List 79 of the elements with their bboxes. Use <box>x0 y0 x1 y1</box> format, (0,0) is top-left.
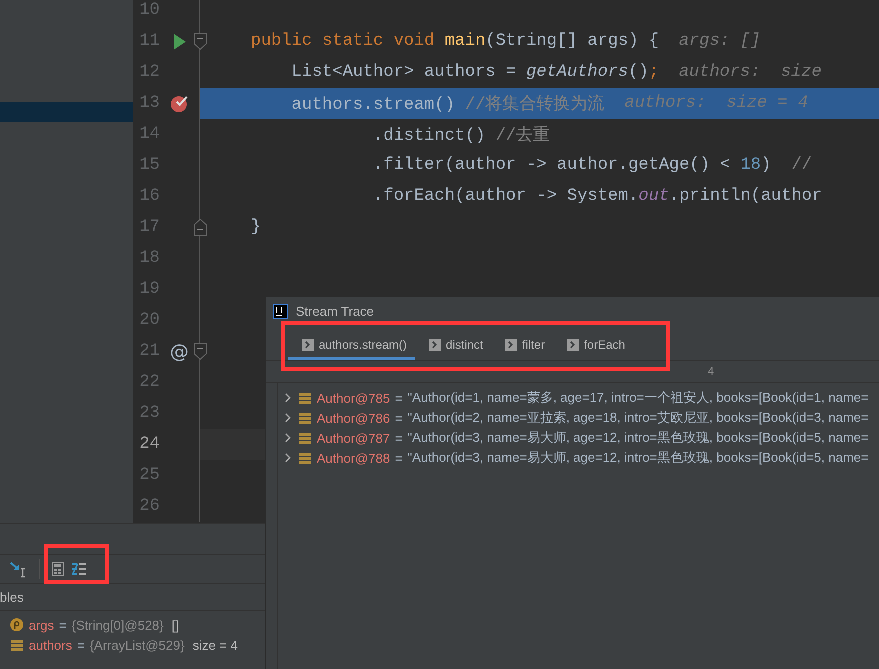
field-icon <box>298 452 312 464</box>
expand-chevron-icon[interactable] <box>283 452 293 464</box>
code-line: authors.stream() //将集合转换为流 <box>290 94 605 115</box>
fold-icon[interactable] <box>194 343 206 360</box>
line-number: 10 <box>138 1 160 20</box>
stream-step-tab[interactable]: authors.stream() <box>288 333 416 360</box>
equals-sign: = <box>395 410 403 426</box>
variable-value: {String[0]@528} <box>72 618 164 632</box>
stream-step-tab[interactable]: filter <box>491 333 554 360</box>
field-icon <box>10 638 24 652</box>
line-number: 24 <box>138 435 160 454</box>
run-icon[interactable] <box>174 34 186 50</box>
item-name: Author@787 <box>317 430 390 446</box>
line-number: 25 <box>138 466 160 485</box>
variable-name: args <box>29 618 54 632</box>
annotation-frame <box>44 544 109 584</box>
item-value: "Author(id=3, name=易大师, age=12, intro=黑色玫瑰, books=[Book(id=5, name= <box>408 449 869 467</box>
expand-chevron-icon[interactable] <box>283 412 293 424</box>
line-number: 26 <box>138 497 160 516</box>
stream-step-tab[interactable]: distinct <box>415 333 492 360</box>
code-line: public static void main(String[] args) { <box>251 32 660 51</box>
trace-stream-icon[interactable] <box>72 563 86 575</box>
line-number: 20 <box>138 311 160 330</box>
stream-step-icon <box>567 339 580 351</box>
app-logo-icon <box>273 304 288 318</box>
dialog-title: Stream Trace <box>296 304 374 318</box>
field-icon <box>298 392 312 404</box>
item-name: Author@785 <box>317 390 390 406</box>
equals-sign: = <box>77 638 85 652</box>
item-name: Author@786 <box>317 410 390 426</box>
field-icon <box>298 432 312 444</box>
line-number: 16 <box>138 187 160 206</box>
inlay-hint: args: [] <box>679 32 761 51</box>
equals-sign: = <box>395 450 403 466</box>
variables-tab[interactable]: bles <box>0 584 24 610</box>
inlay-hint: authors: size = 4 <box>624 94 808 113</box>
code-line: } <box>251 218 262 237</box>
field-icon <box>298 412 312 424</box>
item-name: Author@788 <box>317 450 390 466</box>
code-line: .filter(author -> author.getAge() < 18) // <box>372 156 812 175</box>
equals-sign: = <box>395 430 403 446</box>
line-number: 17 <box>138 218 160 237</box>
expand-chevron-icon[interactable] <box>283 392 293 404</box>
line-number: 15 <box>138 156 160 175</box>
line-number: 18 <box>138 249 160 268</box>
inlay-hint: authors: size <box>679 63 822 82</box>
line-number: 11 <box>138 32 160 51</box>
code-line: .forEach(author -> System.out.println(author <box>372 187 822 206</box>
parameter-icon <box>10 618 24 632</box>
line-number: 19 <box>138 280 160 299</box>
item-value: "Author(id=3, name=易大师, age=12, intro=黑色玫瑰, books=[Book(id=5, name= <box>408 429 869 447</box>
code-line: List<Author> authors = getAuthors(); <box>290 63 660 82</box>
variable-detail: [] <box>172 618 180 632</box>
equals-sign: = <box>59 618 67 632</box>
stream-step-icon <box>429 339 442 351</box>
line-number: 21 <box>138 342 160 361</box>
fold-icon[interactable] <box>194 33 206 50</box>
expand-chevron-icon[interactable] <box>283 432 293 444</box>
stream-step-icon <box>302 339 314 351</box>
stream-step-tab[interactable]: forEach <box>553 333 634 360</box>
line-number: 22 <box>138 373 160 392</box>
line-number: 12 <box>138 63 160 82</box>
line-number: 14 <box>138 125 160 144</box>
equals-sign: = <box>395 390 403 406</box>
variable-name: authors <box>29 638 72 652</box>
step-into-icon[interactable] <box>10 560 27 578</box>
calculator-icon[interactable] <box>52 562 64 576</box>
stream-step-icon <box>505 339 518 351</box>
fold-icon[interactable] <box>194 219 206 236</box>
variable-value: {ArrayList@529} <box>90 638 185 652</box>
gutter-mark[interactable]: @ <box>170 340 189 362</box>
line-number: 23 <box>138 404 160 423</box>
breakpoint-icon[interactable] <box>170 94 189 113</box>
variable-detail: size = 4 <box>192 638 238 652</box>
code-line: .distinct() //去重 <box>372 125 550 146</box>
item-count: 4 <box>708 366 714 378</box>
line-number: 13 <box>138 94 160 113</box>
item-value: "Author(id=1, name=蒙多, age=17, intro=一个祖安人, books=[Book(id=1, name= <box>408 389 869 407</box>
item-value: "Author(id=2, name=亚拉索, age=18, intro=艾欧尼亚, books=[Book(id=3, name= <box>408 409 869 427</box>
